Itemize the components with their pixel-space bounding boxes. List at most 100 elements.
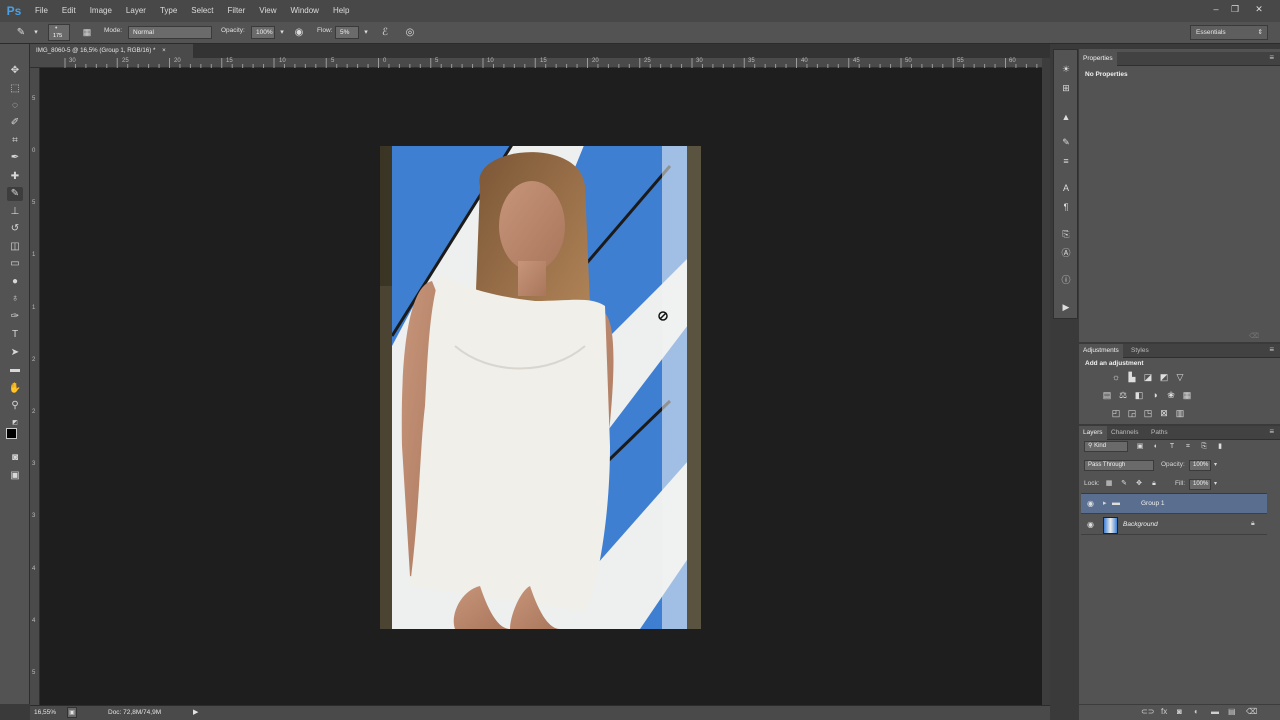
lock-all-icon[interactable]: 🔒︎ [1148, 478, 1160, 490]
layer-opacity-input[interactable]: 100% [1189, 460, 1211, 471]
history-brush-tool-icon[interactable]: ↺ [7, 222, 23, 236]
layer-name[interactable]: Background [1123, 521, 1158, 528]
gradient-tool-icon[interactable]: ▭ [7, 257, 23, 271]
foreground-color-swatch[interactable] [6, 428, 17, 439]
pressure-opacity-icon[interactable]: ◉ [292, 25, 306, 40]
quick-mask-icon[interactable]: ◙ [7, 451, 23, 465]
menu-image[interactable]: Image [83, 0, 119, 22]
eyedropper-tool-icon[interactable]: ✒ [7, 151, 23, 165]
blur-tool-icon[interactable]: ● [7, 275, 23, 289]
brush-tool-preset-icon[interactable]: ✎ [14, 25, 28, 40]
photo-filter-icon[interactable]: ◑ [1149, 389, 1161, 401]
pen-tool-icon[interactable]: ✑ [7, 310, 23, 324]
tab-adjustments[interactable]: Adjustments [1079, 344, 1123, 358]
delete-layer-icon[interactable]: ⌫ [1246, 707, 1257, 716]
menu-window[interactable]: Window [284, 0, 326, 22]
flow-input[interactable]: 5% [335, 26, 359, 39]
filter-toggle-icon[interactable]: ▮ [1214, 441, 1226, 453]
opacity-input[interactable]: 100% [251, 26, 275, 39]
swatches-panel-icon[interactable]: ⊞ [1059, 81, 1073, 95]
document-image[interactable] [380, 146, 701, 629]
new-adjustment-layer-icon[interactable]: ◐ [1194, 707, 1199, 716]
minimize-button[interactable]: – [1207, 2, 1225, 16]
clone-stamp-tool-icon[interactable]: ⊥ [7, 205, 23, 219]
exposure-icon[interactable]: ◩ [1158, 371, 1170, 383]
brush-presets-icon[interactable]: ≡ [1059, 154, 1073, 168]
type-tool-icon[interactable]: T [7, 328, 23, 342]
tab-channels[interactable]: Channels [1107, 426, 1142, 440]
mode-select[interactable]: Normal [128, 26, 212, 39]
vertical-scrollbar[interactable] [1042, 58, 1050, 705]
tab-properties[interactable]: Properties [1079, 52, 1117, 66]
marquee-tool-icon[interactable]: ⬚ [7, 82, 23, 96]
filter-pixel-icon[interactable]: ▣ [1134, 441, 1146, 453]
tab-layers[interactable]: Layers [1079, 426, 1107, 440]
brush-panel-toggle-icon[interactable]: ▦ [80, 25, 94, 40]
document-tab[interactable]: IMG_8060-5 @ 16,5% (Group 1, RGB/16) * × [30, 44, 193, 58]
vibrance-icon[interactable]: ▽ [1174, 371, 1186, 383]
healing-brush-tool-icon[interactable]: ✚ [7, 170, 23, 184]
brush-size-picker[interactable]: • 175 [48, 24, 70, 41]
menu-type[interactable]: Type [153, 0, 184, 22]
flow-dropdown-icon[interactable]: ▾ [359, 25, 373, 40]
clone-source-icon[interactable]: ⎘ [1059, 227, 1073, 241]
panel-menu-icon[interactable]: ≡ [1269, 427, 1274, 436]
layer-mask-icon[interactable]: ◙ [1177, 707, 1182, 716]
character-styles-icon[interactable]: Ⓐ [1059, 246, 1073, 260]
link-layers-icon[interactable]: ⊂⊃ [1141, 707, 1154, 716]
selective-color-icon[interactable]: ⊠ [1158, 407, 1170, 419]
invert-icon[interactable]: ◰ [1110, 407, 1122, 419]
panel-menu-icon[interactable]: ≡ [1269, 53, 1274, 62]
eraser-tool-icon[interactable]: ◫ [7, 240, 23, 254]
new-group-icon[interactable]: ▬ [1211, 707, 1219, 716]
opacity-dropdown-icon[interactable]: ▾ [275, 25, 289, 40]
menu-file[interactable]: File [28, 0, 55, 22]
filter-type-icon[interactable]: T [1166, 441, 1178, 453]
color-lookup-icon[interactable]: ▦ [1181, 389, 1193, 401]
restore-button[interactable]: ❐ [1226, 2, 1244, 16]
chevron-down-icon[interactable]: ▾ [29, 25, 43, 40]
lock-transparent-icon[interactable]: ▦ [1103, 478, 1115, 490]
layer-name[interactable]: Group 1 [1141, 500, 1165, 507]
hand-tool-icon[interactable]: ✋ [7, 382, 23, 396]
levels-icon[interactable]: ▙ [1126, 371, 1138, 383]
fill-input[interactable]: 100% [1189, 479, 1211, 490]
opacity-dropdown-icon[interactable]: ▾ [1214, 461, 1217, 468]
eye-visibility-icon[interactable]: ◉ [1087, 520, 1094, 529]
histogram-panel-icon[interactable]: ▲ [1059, 110, 1073, 124]
filter-shape-icon[interactable]: ⌗ [1182, 441, 1194, 453]
trash-icon[interactable]: ⌫ [1249, 332, 1259, 340]
lock-position-icon[interactable]: ✥ [1133, 478, 1145, 490]
workspace-select[interactable]: Essentials ⇕ [1190, 25, 1268, 40]
crop-tool-icon[interactable]: ⌗ [7, 134, 23, 148]
black-white-icon[interactable]: ◧ [1133, 389, 1145, 401]
new-layer-icon[interactable]: ▤ [1228, 707, 1236, 716]
menu-view[interactable]: View [252, 0, 283, 22]
menu-select[interactable]: Select [184, 0, 220, 22]
threshold-icon[interactable]: ◳ [1142, 407, 1154, 419]
eye-visibility-icon[interactable]: ◉ [1087, 499, 1094, 508]
brightness-icon[interactable]: ☼ [1110, 371, 1122, 383]
menu-help[interactable]: Help [326, 0, 356, 22]
status-arrow-icon[interactable]: ▶ [193, 708, 198, 716]
channel-mixer-icon[interactable]: ❀ [1165, 389, 1177, 401]
menu-layer[interactable]: Layer [119, 0, 153, 22]
color-balance-icon[interactable]: ⚖ [1117, 389, 1129, 401]
expand-group-icon[interactable]: ▸ [1103, 499, 1107, 507]
layer-row-background[interactable]: ◉ Background 🔒︎ [1081, 515, 1267, 535]
paragraph-panel-icon[interactable]: ¶ [1059, 200, 1073, 214]
move-tool-icon[interactable]: ✥ [7, 64, 23, 78]
dodge-tool-icon[interactable]: ♁ [7, 292, 23, 306]
screen-mode-icon[interactable]: ▣ [7, 469, 23, 483]
hue-saturation-icon[interactable]: ▤ [1101, 389, 1113, 401]
tab-styles[interactable]: Styles [1127, 344, 1153, 358]
close-tab-icon[interactable]: × [162, 47, 166, 54]
pressure-size-icon[interactable]: ◎ [403, 25, 417, 40]
airbrush-icon[interactable]: ℰ [378, 25, 392, 40]
lock-image-icon[interactable]: ✎ [1118, 478, 1130, 490]
layer-row-group[interactable]: ◉ ▸ ▬ Group 1 [1081, 494, 1267, 514]
panel-menu-icon[interactable]: ≡ [1269, 345, 1274, 354]
filter-adjustment-icon[interactable]: ◐ [1150, 441, 1162, 453]
zoom-tool-icon[interactable]: ⚲ [7, 399, 23, 413]
posterize-icon[interactable]: ◲ [1126, 407, 1138, 419]
